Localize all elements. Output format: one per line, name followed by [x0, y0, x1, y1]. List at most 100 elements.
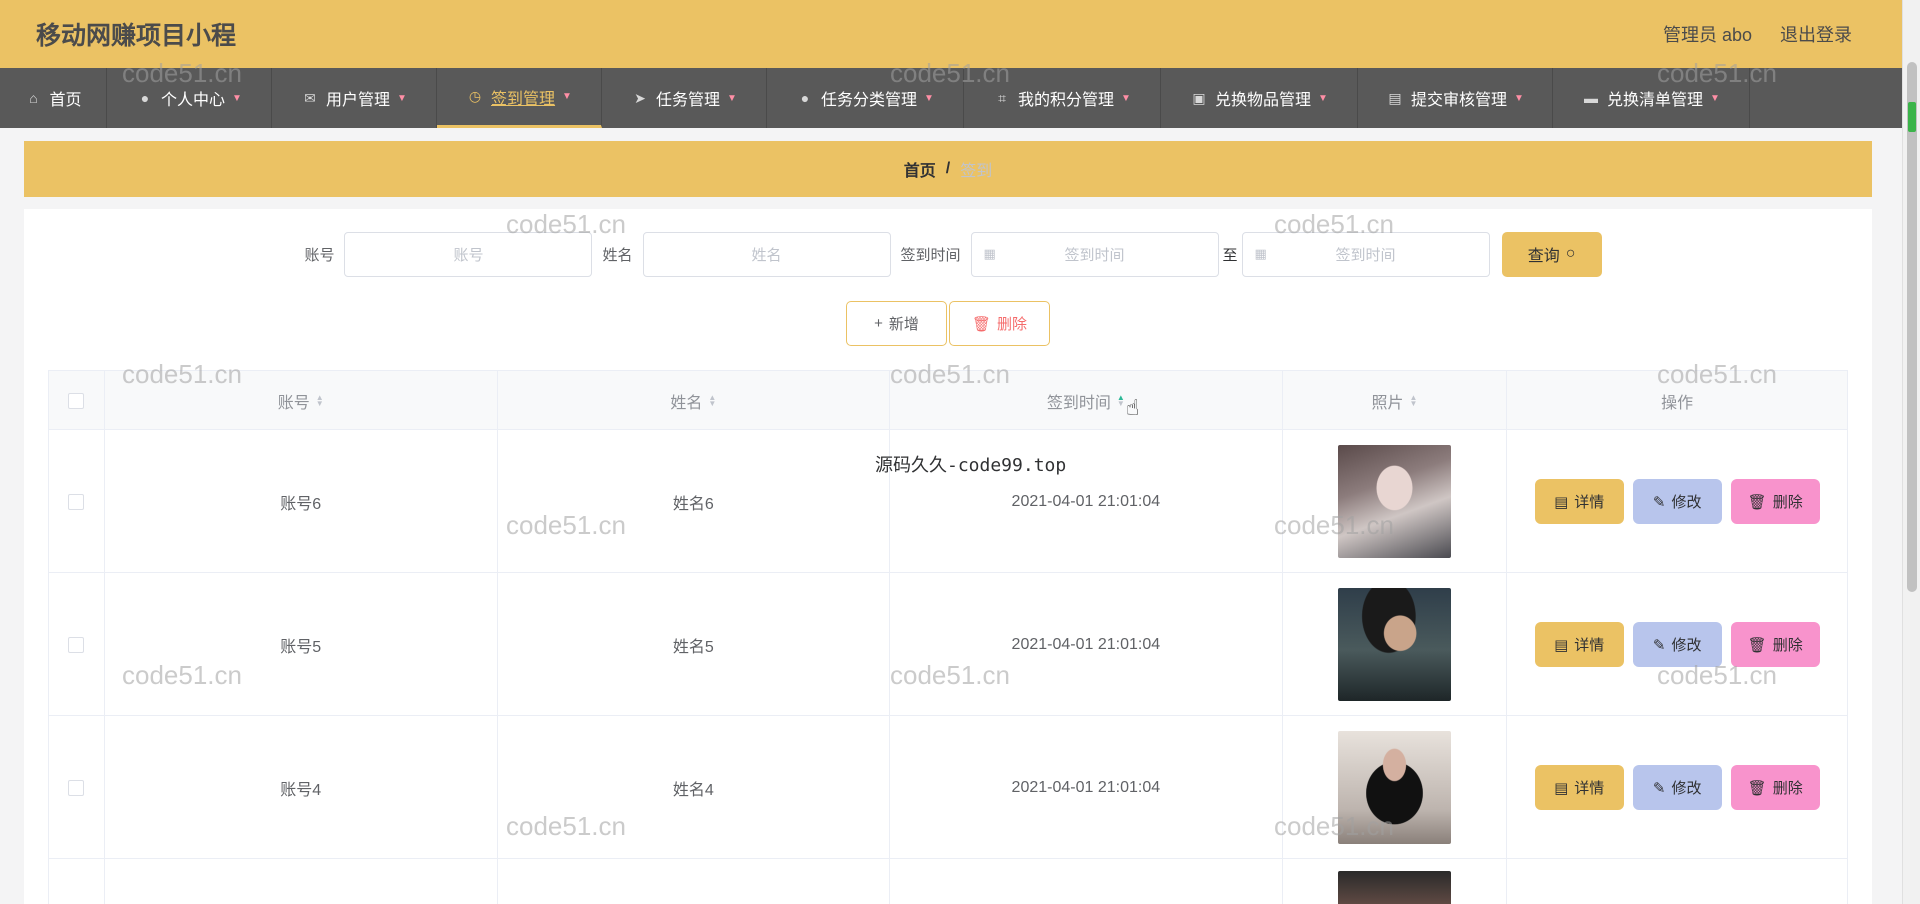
- admin-user-label: 管理员 abo: [1662, 25, 1752, 45]
- nav-item-signin-management[interactable]: ◷ 签到管理 ▼: [437, 68, 602, 128]
- cell-account: 账号5: [105, 573, 498, 716]
- nav-item-task-management[interactable]: ➤ 任务管理 ▼: [602, 68, 767, 128]
- center-watermark: 源码久久-code99.top: [875, 455, 1067, 476]
- pencil-icon: ✎: [1652, 493, 1666, 511]
- search-icon: ○: [1565, 245, 1576, 262]
- row-checkbox[interactable]: [68, 779, 85, 796]
- scroll-indicator: [1908, 102, 1916, 132]
- row-actions: ▤ 详情 ✎ 修改 🗑︎ 删除: [1534, 622, 1820, 667]
- clipboard-icon: ▤: [1388, 89, 1402, 106]
- select-all-cell: [49, 371, 105, 431]
- breadcrumb-separator: /: [945, 160, 951, 177]
- crop-icon: ⌗: [998, 89, 1006, 106]
- header-user-area: 管理员 abo 退出登录: [1663, 21, 1866, 47]
- name-input[interactable]: 姓名: [642, 231, 891, 277]
- mail-icon: ✉: [304, 89, 316, 106]
- document-icon: ▤: [1554, 493, 1569, 511]
- sort-icon[interactable]: ▲ ▼: [316, 394, 324, 408]
- bulk-delete-button[interactable]: 🗑︎ 删除: [949, 301, 1050, 346]
- chevron-down-icon: ▼: [1121, 92, 1131, 104]
- cell-account: 账号6: [105, 430, 498, 573]
- search-form: 账号 账号 姓名 姓名 签到时间 ▦ 签到时间 至 ▦ 签到时间 查询 ○: [24, 231, 1872, 277]
- user-photo[interactable]: [1338, 731, 1451, 844]
- calendar-icon: ▦: [983, 246, 996, 261]
- user-photo[interactable]: [1338, 588, 1451, 701]
- sign-time-end-input[interactable]: ▦ 签到时间: [1241, 231, 1490, 277]
- edit-button[interactable]: ✎ 修改: [1632, 622, 1722, 667]
- breadcrumb-current: 签到: [960, 163, 993, 180]
- chevron-down-icon: ▼: [562, 91, 572, 102]
- table-row: 账号5 姓名5 2021-04-01 21:01:04 ▤ 详情 ✎ 修改 🗑︎ 删除: [48, 573, 1848, 716]
- app-title: 移动网赚项目小程: [36, 22, 237, 50]
- account-label: 账号: [304, 246, 335, 264]
- sign-time-start-input[interactable]: ▦ 签到时间: [970, 231, 1219, 277]
- breadcrumb-home[interactable]: 首页: [904, 157, 936, 181]
- cell-account: 账号4: [105, 716, 498, 859]
- trash-icon: 🗑︎: [1747, 779, 1767, 797]
- row-actions: ▤ 详情 ✎ 修改 🗑︎ 删除: [1534, 479, 1820, 524]
- breadcrumb: 首页 / 签到: [24, 141, 1872, 197]
- header-account[interactable]: 账号 ▲ ▼: [105, 371, 498, 431]
- nav-item-home[interactable]: ⌂ 首页: [0, 68, 107, 128]
- delete-button[interactable]: 🗑︎ 删除: [1730, 479, 1820, 524]
- table-row: 账号4 姓名4 2021-04-01 21:01:04 ▤ 详情 ✎ 修改 🗑︎ 删除: [48, 716, 1848, 859]
- sort-icon[interactable]: ▲ ▼: [1117, 394, 1125, 408]
- nav-item-task-category[interactable]: ● 任务分类管理 ▼: [767, 68, 964, 128]
- trash-icon: 🗑︎: [1747, 493, 1767, 511]
- detail-button[interactable]: ▤ 详情: [1534, 765, 1624, 810]
- user-photo[interactable]: [1338, 445, 1451, 558]
- edit-button[interactable]: ✎ 修改: [1632, 765, 1722, 810]
- scrollbar-thumb[interactable]: [1907, 62, 1917, 592]
- chevron-down-icon: ▼: [232, 92, 242, 104]
- detail-button[interactable]: ▤ 详情: [1534, 622, 1624, 667]
- chevron-down-icon: ▼: [1710, 92, 1720, 104]
- header-name[interactable]: 姓名 ▲ ▼: [498, 371, 891, 431]
- action-buttons: + 新增 🗑︎ 删除: [24, 301, 1872, 347]
- edit-button[interactable]: ✎ 修改: [1632, 479, 1722, 524]
- sort-icon[interactable]: ▲ ▼: [1410, 394, 1418, 408]
- account-input[interactable]: 账号: [344, 231, 593, 277]
- row-actions: ▤ 详情 ✎ 修改 🗑︎ 删除: [1534, 765, 1820, 810]
- top-header: 移动网赚项目小程 管理员 abo 退出登录: [0, 0, 1902, 68]
- chevron-down-icon: ▼: [1318, 92, 1328, 104]
- nav-item-exchange-goods[interactable]: ▣ 兑换物品管理 ▼: [1161, 68, 1358, 128]
- add-button[interactable]: + 新增: [846, 301, 947, 346]
- table-header: 账号 ▲ ▼ 姓名 ▲ ▼ 签到时间 ▲ ▼ 照片 ▲ ▼ 操作: [48, 370, 1848, 431]
- detail-button[interactable]: ▤ 详情: [1534, 479, 1624, 524]
- name-label: 姓名: [602, 246, 633, 264]
- row-checkbox[interactable]: [68, 636, 85, 653]
- nav-item-personal-center[interactable]: ● 个人中心 ▼: [107, 68, 272, 128]
- nav-item-exchange-list[interactable]: ▬ 兑换清单管理 ▼: [1553, 68, 1750, 128]
- pencil-icon: ✎: [1652, 779, 1666, 797]
- send-icon: ➤: [634, 89, 646, 106]
- chevron-down-icon: ▼: [924, 92, 934, 104]
- delete-button[interactable]: 🗑︎ 删除: [1730, 622, 1820, 667]
- nav-item-my-points[interactable]: ⌗ 我的积分管理 ▼: [964, 68, 1161, 128]
- row-checkbox[interactable]: [68, 493, 85, 510]
- header-photo[interactable]: 照片 ▲ ▼: [1283, 371, 1508, 431]
- nav-item-user-management[interactable]: ✉ 用户管理 ▼: [272, 68, 437, 128]
- briefcase-icon: ▣: [1192, 89, 1206, 106]
- user-icon: ●: [140, 90, 150, 106]
- cell-name: 姓名5: [498, 573, 891, 716]
- home-icon: ⌂: [29, 90, 38, 106]
- select-all-checkbox[interactable]: [68, 393, 85, 409]
- cell-name: 姓名4: [498, 716, 891, 859]
- main-nav: ⌂ 首页 ● 个人中心 ▼ ✉ 用户管理 ▼ ◷ 签到管理 ▼ ➤ 任务管理 ▼…: [0, 68, 1902, 128]
- cell-name: 姓名6: [498, 430, 891, 573]
- user-photo[interactable]: [1338, 871, 1451, 904]
- header-ops: 操作: [1661, 395, 1694, 412]
- monitor-icon: ▬: [1584, 90, 1599, 106]
- cell-sign-time: 2021-04-01 21:01:04: [890, 716, 1283, 859]
- page-scrollbar[interactable]: [1902, 0, 1920, 904]
- nav-item-submit-review[interactable]: ▤ 提交审核管理 ▼: [1358, 68, 1553, 128]
- sort-icon[interactable]: ▲ ▼: [708, 394, 716, 408]
- delete-button[interactable]: 🗑︎ 删除: [1730, 765, 1820, 810]
- clock-icon: ◷: [468, 88, 482, 104]
- plus-icon: +: [874, 315, 883, 332]
- query-button[interactable]: 查询 ○: [1501, 231, 1602, 277]
- logout-link[interactable]: 退出登录: [1780, 21, 1852, 47]
- content-panel: 账号 账号 姓名 姓名 签到时间 ▦ 签到时间 至 ▦ 签到时间 查询 ○ + …: [24, 209, 1872, 904]
- header-sign-time[interactable]: 签到时间 ▲ ▼: [890, 371, 1283, 431]
- calendar-icon: ▦: [1254, 246, 1267, 261]
